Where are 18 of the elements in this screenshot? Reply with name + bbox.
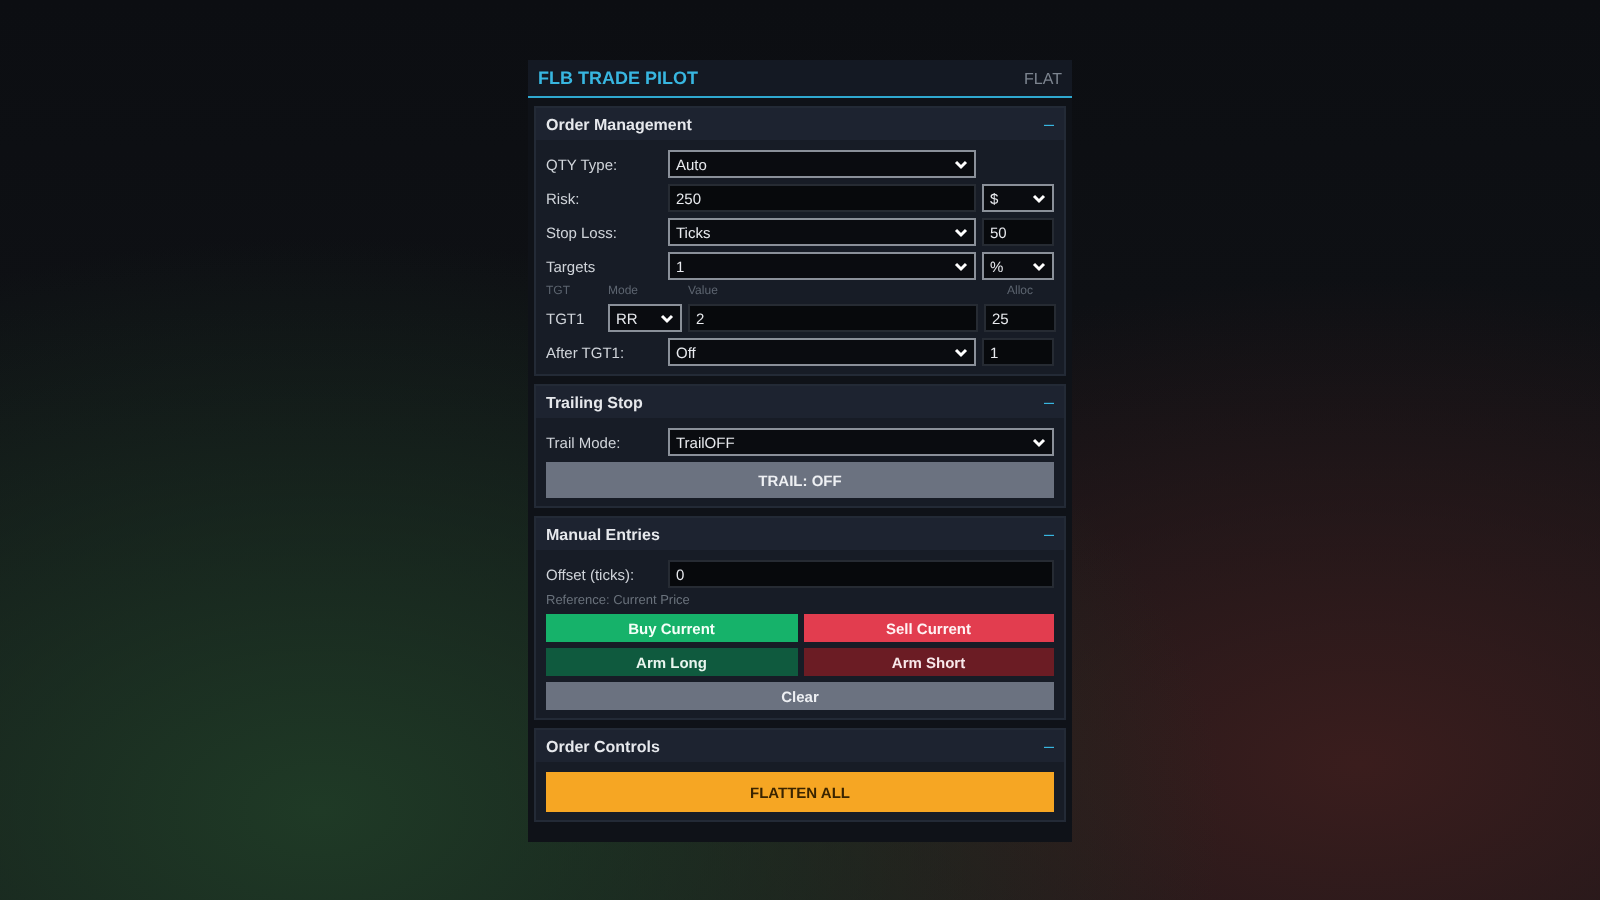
chevron-down-icon [954,159,968,169]
chevron-down-icon [1032,437,1046,447]
chevron-down-icon [1032,193,1046,203]
collapse-button[interactable]: – [1043,525,1054,543]
collapse-button[interactable]: – [1043,115,1054,133]
section-title: Order Controls [546,737,660,755]
section-title: Trailing Stop [546,393,643,411]
collapse-button[interactable]: – [1043,737,1054,755]
chevron-down-icon [1032,261,1046,271]
section-title: Manual Entries [546,525,660,543]
chevron-down-icon [954,261,968,271]
panel-title: FLB TRADE PILOT [538,68,698,88]
chevron-down-icon [954,347,968,357]
section-title: Order Management [546,115,692,133]
chevron-down-icon [660,313,674,323]
position-status: FLAT [1024,69,1062,87]
chevron-down-icon [954,227,968,237]
collapse-button[interactable]: – [1043,393,1054,411]
